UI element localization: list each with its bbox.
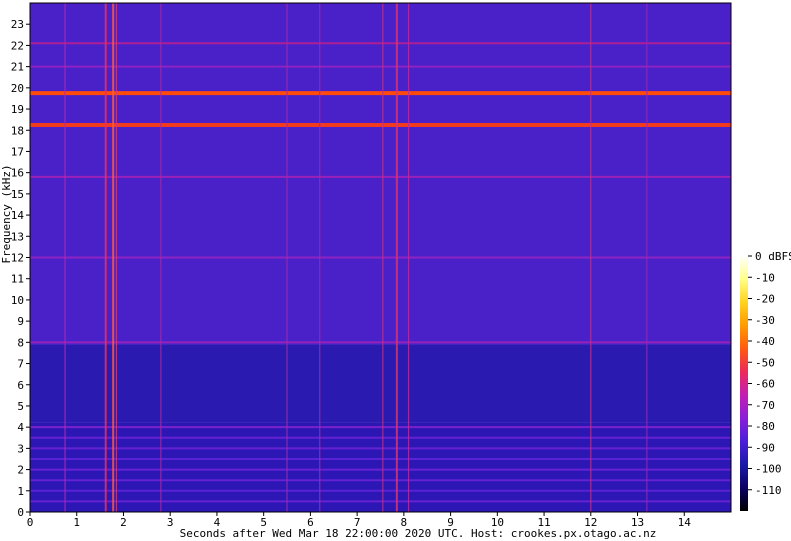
y-tick-label-8: 8 xyxy=(17,336,24,349)
colorbar-tick-label-3: -40 xyxy=(755,335,775,348)
y-axis: 01234567891011121314151617181920212223 xyxy=(11,18,30,519)
x-tick-label-2: 2 xyxy=(120,516,127,529)
colorbar-unit-label: 0 dBFS xyxy=(755,250,791,263)
spectrogram-figure: 01234567891011121314151617181920212223 0… xyxy=(0,2,791,540)
spectrogram-plot-area xyxy=(30,3,731,512)
y-tick-label-20: 20 xyxy=(11,82,24,95)
x-tick-label-14: 14 xyxy=(678,516,692,529)
colorbar-tick-label-9: -100 xyxy=(755,463,782,476)
y-tick-label-3: 3 xyxy=(17,442,24,455)
colorbar-tick-label-0: -10 xyxy=(755,271,775,284)
background-band-2 xyxy=(30,3,731,345)
colorbar-strip xyxy=(740,256,748,511)
y-axis-label: Frequency (kHz) xyxy=(0,164,13,263)
y-tick-label-9: 9 xyxy=(17,315,24,328)
y-tick-label-22: 22 xyxy=(11,39,24,52)
colorbar-ticks: -10 -20 -30 -40 -50 -60 -70 -80 -90 -100 -110 xyxy=(748,255,782,497)
y-tick-label-1: 1 xyxy=(17,485,24,498)
y-tick-label-5: 5 xyxy=(17,400,24,413)
y-tick-label-23: 23 xyxy=(11,18,24,31)
background-band-1 xyxy=(30,344,731,423)
y-tick-label-6: 6 xyxy=(17,379,24,392)
background-band-0 xyxy=(30,422,731,512)
y-tick-label-19: 19 xyxy=(11,103,24,116)
y-tick-label-10: 10 xyxy=(11,294,24,307)
y-tick-label-21: 21 xyxy=(11,61,24,74)
y-tick-label-18: 18 xyxy=(11,124,24,137)
x-tick-label-3: 3 xyxy=(167,516,174,529)
colorbar-tick-label-5: -60 xyxy=(755,378,775,391)
x-tick-label-0: 0 xyxy=(27,516,34,529)
colorbar-tick-label-8: -90 xyxy=(755,441,775,454)
y-tick-label-11: 11 xyxy=(11,273,24,286)
y-tick-label-4: 4 xyxy=(17,421,24,434)
colorbar-tick-label-4: -50 xyxy=(755,356,775,369)
x-tick-label-1: 1 xyxy=(73,516,80,529)
y-tick-label-17: 17 xyxy=(11,145,24,158)
colorbar-tick-label-10: -110 xyxy=(755,484,782,497)
colorbar-tick-label-1: -20 xyxy=(755,293,775,306)
y-tick-label-0: 0 xyxy=(17,506,24,519)
colorbar-tick-label-2: -30 xyxy=(755,314,775,327)
colorbar-tick-label-6: -70 xyxy=(755,399,775,412)
x-axis-label: Seconds after Wed Mar 18 22:00:00 2020 U… xyxy=(180,527,657,540)
y-tick-label-2: 2 xyxy=(17,464,24,477)
colorbar-tick-label-7: -80 xyxy=(755,420,775,433)
y-tick-label-7: 7 xyxy=(17,358,24,371)
colorbar: 0 dBFS -10-20-30-40-50-60-70-80-90-100-1… xyxy=(740,250,791,511)
